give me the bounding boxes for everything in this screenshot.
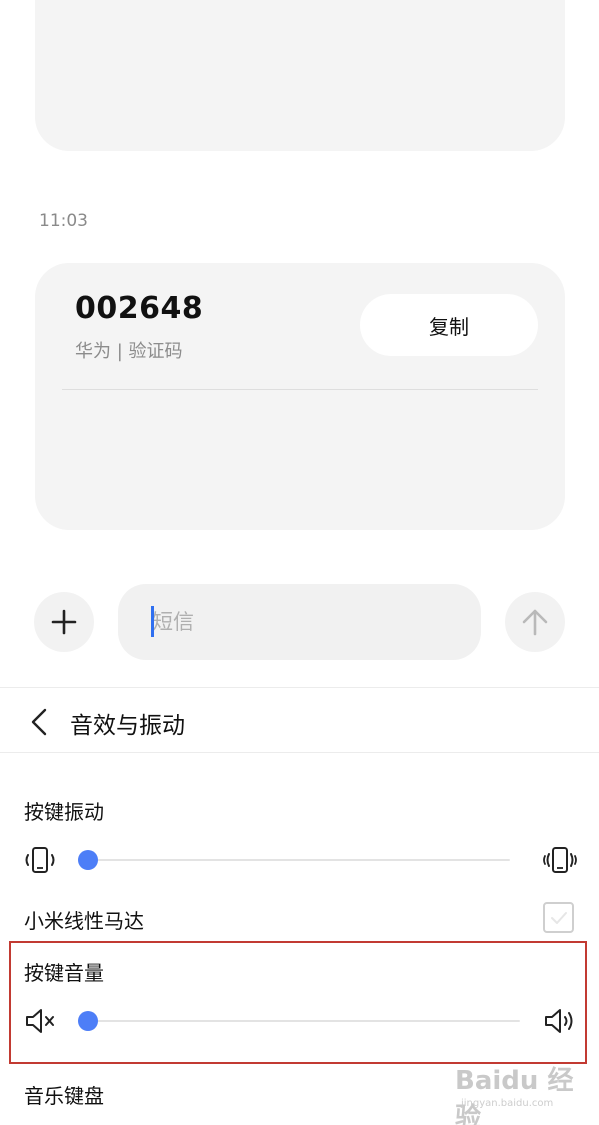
- page-title: 音效与振动: [70, 713, 185, 739]
- code-sender-label: 华为 | 验证码: [75, 341, 183, 362]
- watermark-logo: Baidu 经验: [455, 1066, 574, 1125]
- copy-button[interactable]: 复制: [360, 294, 538, 356]
- header-divider: [0, 752, 599, 753]
- chevron-left-icon: [31, 708, 47, 736]
- baidu-jingyan-watermark: Baidu 经验 jingyan.baidu.com: [455, 1060, 593, 1125]
- vibrate-high-icon: [543, 847, 577, 873]
- message-timestamp: 11:03: [39, 211, 88, 231]
- slider-track: [88, 859, 510, 861]
- arrow-up-icon: [522, 609, 548, 636]
- verification-code: 002648: [75, 291, 204, 326]
- previous-message-bubble: [35, 0, 565, 151]
- sms-input[interactable]: [118, 584, 481, 660]
- highlight-annotation-box: [9, 941, 587, 1064]
- plus-icon: [51, 609, 77, 635]
- check-icon: [550, 911, 567, 924]
- music-keyboard-label: 音乐键盘: [24, 1084, 104, 1108]
- verification-code-card: 002648 华为 | 验证码 复制: [35, 263, 565, 530]
- vibrate-low-icon: [25, 847, 55, 873]
- watermark-url: jingyan.baidu.com: [461, 1098, 554, 1109]
- key-vibration-slider[interactable]: [78, 848, 510, 872]
- linear-motor-label: 小米线性马达: [24, 909, 144, 933]
- key-vibration-label: 按键振动: [24, 800, 104, 824]
- copy-button-label: 复制: [429, 314, 469, 339]
- linear-motor-checkbox[interactable]: [543, 902, 574, 933]
- card-divider: [62, 389, 538, 390]
- back-button[interactable]: [28, 706, 50, 738]
- add-attachment-button[interactable]: [34, 592, 94, 652]
- text-cursor: [151, 606, 154, 637]
- slider-thumb[interactable]: [78, 850, 98, 870]
- section-divider: [0, 687, 599, 688]
- send-button[interactable]: [505, 592, 565, 652]
